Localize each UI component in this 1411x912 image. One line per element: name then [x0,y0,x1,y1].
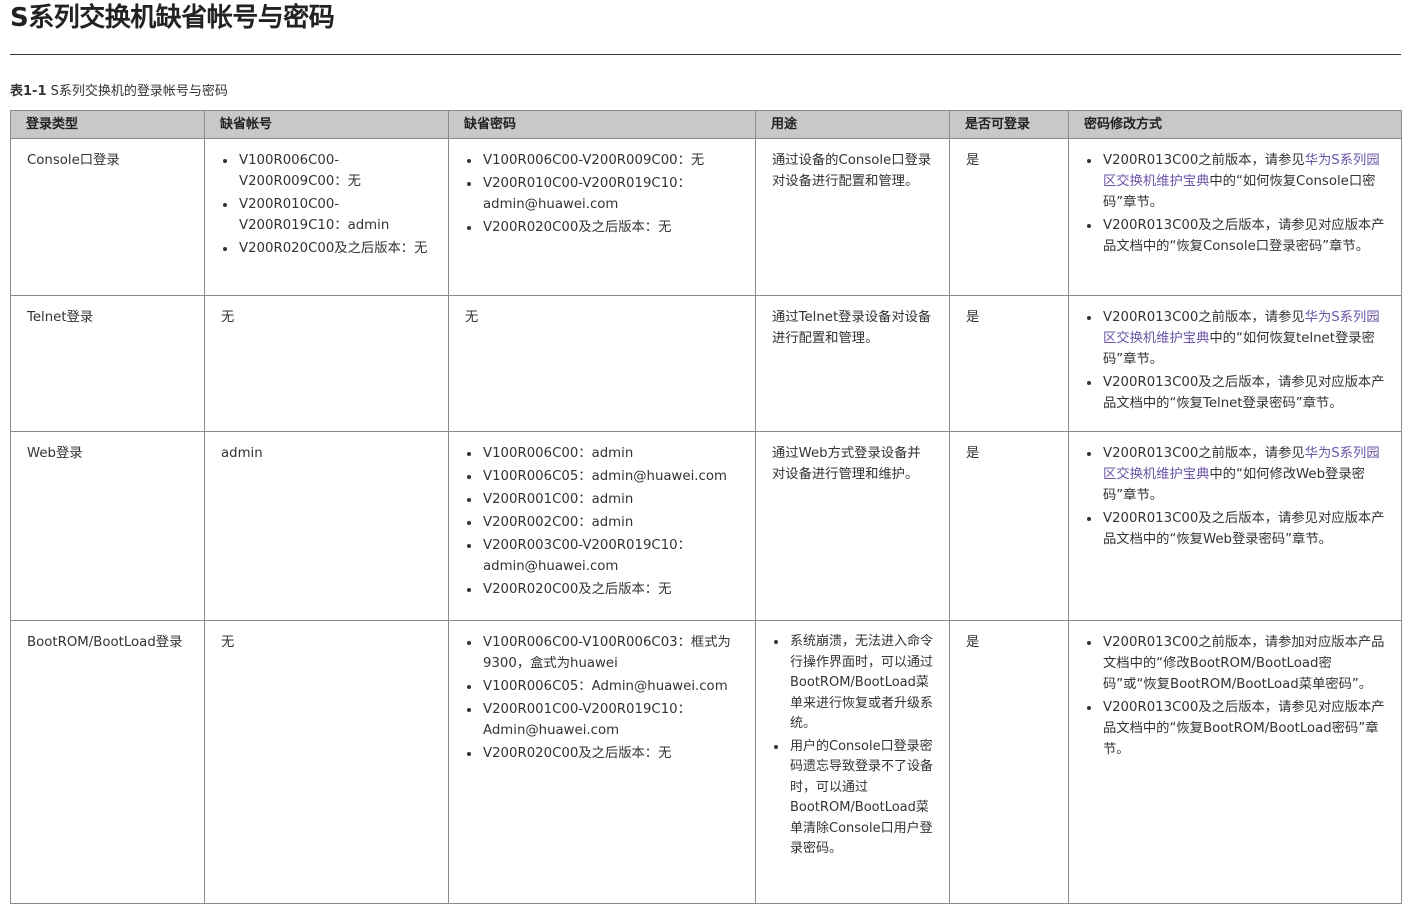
cell-default-account: V100R006C00-V200R009C00：无 V200R010C00-V2… [204,138,449,296]
cell-default-password: V100R006C00：admin V100R006C05：admin@huaw… [448,431,756,621]
table-caption: 表1-1 S系列交换机的登录帐号与密码 [10,83,228,100]
header-can-login: 是否可登录 [949,110,1069,139]
list-item: V100R006C05：admin@huawei.com [481,466,739,487]
table-caption-text: S系列交换机的登录帐号与密码 [50,84,228,99]
list-item: V200R002C00：admin [481,512,739,533]
cell-can-login: 是 [949,138,1069,296]
cell-login-type: BootROM/BootLoad登录 [10,620,205,904]
title-divider [10,54,1401,55]
list-item: V200R013C00及之后版本，请参见对应版本产品文档中的“恢复BootROM… [1101,697,1385,760]
list-item: V100R006C00-V200R009C00：无 [237,150,432,192]
method-text: V200R013C00之前版本，请参见 [1103,446,1305,461]
cell-can-login: 是 [949,295,1069,432]
cell-usage: 通过Web方式登录设备并对设备进行管理和维护。 [755,431,950,621]
list-item: V200R001C00-V200R019C10：Admin@huawei.com [481,699,739,741]
list-item: V200R013C00及之后版本，请参见对应版本产品文档中的“恢复Web登录密码… [1101,508,1385,550]
table-caption-number: 表1-1 [10,84,47,99]
list-item: V100R006C00-V200R009C00：无 [481,150,739,171]
table-row: BootROM/BootLoad登录 无 V100R006C00-V100R00… [10,620,1402,904]
list-item: V200R020C00及之后版本：无 [481,579,739,600]
list-item: V200R013C00及之后版本，请参见对应版本产品文档中的“恢复Telnet登… [1101,372,1385,414]
list-item: 系统崩溃，无法进入命令行操作界面时，可以通过BootROM/BootLoad菜单… [788,632,933,735]
cell-login-type: Console口登录 [10,138,205,296]
list-item: V200R013C00之前版本，请参见华为S系列园区交换机维护宝典中的“如何恢复… [1101,150,1385,213]
table-row: Telnet登录 无 无 通过Telnet登录设备对设备进行配置和管理。 是 V… [10,295,1402,432]
list-item: V200R013C00之前版本，请参加对应版本产品文档中的“修改BootROM/… [1101,632,1385,695]
method-text: V200R013C00之前版本，请参见 [1103,310,1305,325]
cell-default-account: 无 [204,620,449,904]
cell-login-type: Web登录 [10,431,205,621]
cell-password-change: V200R013C00之前版本，请参加对应版本产品文档中的“修改BootROM/… [1068,620,1402,904]
list-item: V200R020C00及之后版本：无 [237,238,432,259]
table-row: Console口登录 V100R006C00-V200R009C00：无 V20… [10,138,1402,296]
header-password-change: 密码修改方式 [1068,110,1402,139]
list-item: V200R001C00：admin [481,489,739,510]
cell-default-password: V100R006C00-V100R006C03：框式为9300，盒式为huawe… [448,620,756,904]
cell-password-change: V200R013C00之前版本，请参见华为S系列园区交换机维护宝典中的“如何恢复… [1068,138,1402,296]
credentials-table: 登录类型 缺省帐号 缺省密码 用途 是否可登录 密码修改方式 Console口登… [10,110,1402,904]
cell-default-account: 无 [204,295,449,432]
cell-default-password: V100R006C00-V200R009C00：无 V200R010C00-V2… [448,138,756,296]
list-item: V200R020C00及之后版本：无 [481,743,739,764]
cell-usage: 通过Telnet登录设备对设备进行配置和管理。 [755,295,950,432]
cell-default-account: admin [204,431,449,621]
method-text: V200R013C00之前版本，请参见 [1103,153,1305,168]
header-default-password: 缺省密码 [448,110,756,139]
page-title: S系列交换机缺省帐号与密码 [10,3,335,33]
list-item: V200R010C00-V200R019C10：admin [237,194,432,236]
cell-default-password: 无 [448,295,756,432]
list-item: V200R010C00-V200R019C10：admin@huawei.com [481,173,739,215]
list-item: V100R006C05：Admin@huawei.com [481,676,739,697]
list-item: V100R006C00：admin [481,443,739,464]
list-item: V200R013C00之前版本，请参见华为S系列园区交换机维护宝典中的“如何修改… [1101,443,1385,506]
cell-password-change: V200R013C00之前版本，请参见华为S系列园区交换机维护宝典中的“如何恢复… [1068,295,1402,432]
cell-login-type: Telnet登录 [10,295,205,432]
list-item: V100R006C00-V100R006C03：框式为9300，盒式为huawe… [481,632,739,674]
header-login-type: 登录类型 [10,110,205,139]
cell-can-login: 是 [949,431,1069,621]
cell-password-change: V200R013C00之前版本，请参见华为S系列园区交换机维护宝典中的“如何修改… [1068,431,1402,621]
table-header-row: 登录类型 缺省帐号 缺省密码 用途 是否可登录 密码修改方式 [10,110,1402,139]
header-default-account: 缺省帐号 [204,110,449,139]
cell-can-login: 是 [949,620,1069,904]
table-row: Web登录 admin V100R006C00：admin V100R006C0… [10,431,1402,621]
cell-usage: 系统崩溃，无法进入命令行操作界面时，可以通过BootROM/BootLoad菜单… [755,620,950,904]
header-usage: 用途 [755,110,950,139]
list-item: V200R020C00及之后版本：无 [481,217,739,238]
list-item: 用户的Console口登录密码遗忘导致登录不了设备时，可以通过BootROM/B… [788,737,933,860]
list-item: V200R003C00-V200R019C10：admin@huawei.com [481,535,739,577]
cell-usage: 通过设备的Console口登录对设备进行配置和管理。 [755,138,950,296]
list-item: V200R013C00及之后版本，请参见对应版本产品文档中的“恢复Console… [1101,215,1385,257]
list-item: V200R013C00之前版本，请参见华为S系列园区交换机维护宝典中的“如何恢复… [1101,307,1385,370]
